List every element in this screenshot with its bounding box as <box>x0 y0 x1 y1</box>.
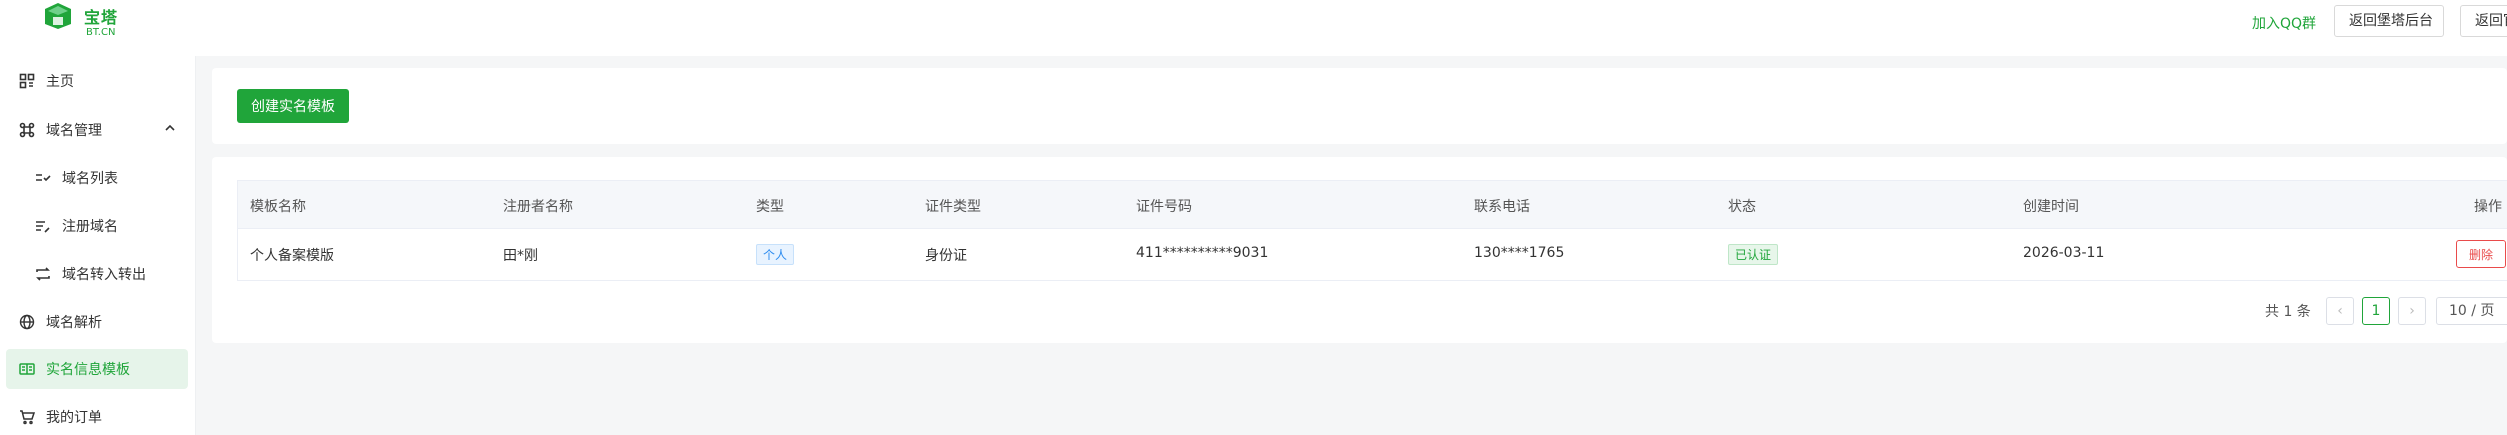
sidebar-item-label: 域名管理 <box>46 123 102 139</box>
header-actions: 操作 <box>2474 199 2502 215</box>
header-type: 类型 <box>756 199 784 215</box>
header-id-type: 证件类型 <box>925 199 981 215</box>
template-table: 模板名称 注册者名称 类型 证件类型 证件号码 联系电话 状态 创建时间 操作 … <box>237 180 2507 281</box>
back-to-bt-panel-button[interactable]: 返回堡塔后台 <box>2334 5 2444 37</box>
sidebar-item-label: 主页 <box>46 74 74 90</box>
join-qq-group-link[interactable]: 加入QQ群 <box>2252 13 2316 33</box>
cell-created: 2026-03-11 <box>2023 245 2105 261</box>
status-badge: 已认证 <box>1728 244 1779 265</box>
brand-domain: BT.CN <box>86 27 116 38</box>
sidebar-item-label: 域名转入转出 <box>62 267 146 283</box>
prev-page-button[interactable]: ‹ <box>2326 297 2354 325</box>
page-1-button[interactable]: 1 <box>2362 297 2390 325</box>
cell-id-type: 身份证 <box>925 248 967 264</box>
header-phone: 联系电话 <box>1474 199 1530 215</box>
sidebar-item-home[interactable]: 主页 <box>6 61 188 101</box>
brand-name: 宝塔 <box>84 8 119 27</box>
sidebar-item-label: 域名解析 <box>46 315 102 331</box>
header-template-name: 模板名称 <box>250 199 306 215</box>
sidebar-item-label: 我的订单 <box>46 410 102 426</box>
sidebar-item-domain-transfer[interactable]: 域名转入转出 <box>6 254 188 294</box>
back-to-official-button[interactable]: 返回官 <box>2460 5 2507 37</box>
cart-icon <box>18 408 36 426</box>
cell-registrant: 田*刚 <box>503 248 538 264</box>
sidebar: 主页 域名管理 域名列表 注册域名 域名转入转出 域名解析 实名信息模板 我的订… <box>0 56 196 435</box>
list-check-icon <box>34 169 52 187</box>
home-grid-icon <box>18 72 36 90</box>
cell-phone: 130****1765 <box>1474 245 1565 261</box>
sidebar-item-register-domain[interactable]: 注册域名 <box>6 206 188 246</box>
id-card-icon <box>18 360 36 378</box>
sidebar-item-real-name-template[interactable]: 实名信息模板 <box>6 349 188 389</box>
page-size-select[interactable]: 10 / 页 <box>2436 297 2507 325</box>
sidebar-item-dns[interactable]: 域名解析 <box>6 302 188 342</box>
command-icon <box>18 121 36 139</box>
sidebar-item-label: 注册域名 <box>62 219 118 235</box>
next-page-button[interactable]: › <box>2398 297 2426 325</box>
sidebar-item-my-orders[interactable]: 我的订单 <box>6 397 188 435</box>
logo[interactable]: 宝塔 BT.CN <box>44 2 124 46</box>
globe-icon <box>18 313 36 331</box>
header-status: 状态 <box>1728 199 1756 215</box>
header-id-number: 证件号码 <box>1136 199 1192 215</box>
create-template-button[interactable]: 创建实名模板 <box>237 89 349 123</box>
delete-button[interactable]: 删除 <box>2456 240 2506 268</box>
cell-id-number: 411**********9031 <box>1136 245 1269 261</box>
header-created: 创建时间 <box>2023 199 2079 215</box>
cell-template-name: 个人备案模版 <box>250 248 334 264</box>
sidebar-item-domain-list[interactable]: 域名列表 <box>6 158 188 198</box>
table-row: 个人备案模版 田*刚 个人 身份证 411**********9031 130*… <box>238 229 2507 281</box>
bt-logo-icon <box>45 3 71 29</box>
top-bar: 宝塔 BT.CN 加入QQ群 返回堡塔后台 返回官 <box>0 0 2507 56</box>
table-header: 模板名称 注册者名称 类型 证件类型 证件号码 联系电话 状态 创建时间 操作 <box>238 181 2507 229</box>
sidebar-item-domain-management[interactable]: 域名管理 <box>6 110 188 150</box>
list-edit-icon <box>34 217 52 235</box>
sidebar-item-label: 实名信息模板 <box>46 362 130 378</box>
header-registrant: 注册者名称 <box>503 199 573 215</box>
transfer-icon <box>34 265 52 283</box>
chevron-up-icon <box>165 124 175 131</box>
type-badge: 个人 <box>756 244 795 265</box>
toolbar-card <box>212 68 2507 144</box>
sidebar-item-label: 域名列表 <box>62 171 118 187</box>
pagination-total: 共 1 条 <box>2265 304 2311 320</box>
